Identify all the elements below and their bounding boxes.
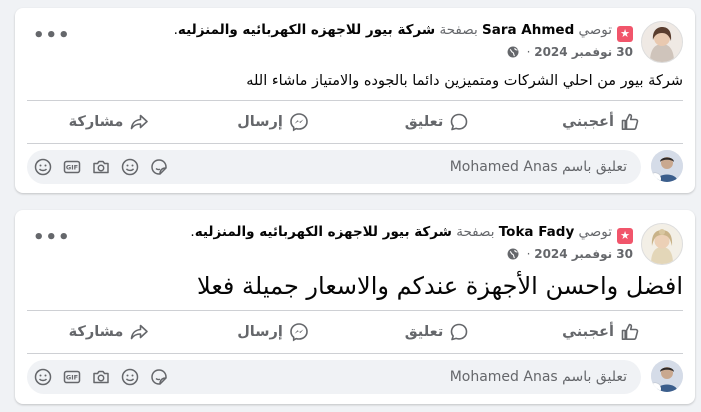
author-avatar[interactable] bbox=[641, 21, 683, 63]
current-user-avatar[interactable]: ⌄ bbox=[651, 360, 683, 392]
send-button[interactable]: إرسال bbox=[191, 101, 355, 143]
chevron-down-icon[interactable]: ⌄ bbox=[651, 173, 661, 182]
globe-icon bbox=[507, 246, 519, 266]
recommend-verb: توصي bbox=[578, 224, 612, 240]
post-body: شركة بيور من احلي الشركات ومتميزين دائما… bbox=[246, 73, 683, 89]
post-body: افضل واحسن الأجهزة عندكم والاسعار جميلة … bbox=[197, 272, 683, 300]
svg-text:GIF: GIF bbox=[66, 374, 78, 382]
post-actions-bar: أعجبني تعليق إرسال مشاركة bbox=[27, 100, 683, 144]
comment-button[interactable]: تعليق bbox=[355, 101, 519, 143]
share-arrow-icon bbox=[129, 112, 149, 132]
recommend-verb: توصي bbox=[578, 22, 612, 38]
comment-box: GIF bbox=[27, 150, 641, 184]
at-page-text: بصفحة bbox=[439, 22, 478, 38]
like-button[interactable]: أعجبني bbox=[519, 101, 683, 143]
post-header: ★ توصي Toka Fady بصفحة شركة بيور للاجهزه … bbox=[27, 220, 683, 266]
like-label: أعجبني bbox=[562, 114, 614, 130]
post-card: ★ توصي Toka Fady بصفحة شركة بيور للاجهزه … bbox=[15, 210, 695, 404]
post-header-text: ★ توصي Toka Fady بصفحة شركة بيور للاجهزه … bbox=[87, 222, 633, 266]
send-button[interactable]: إرسال bbox=[191, 311, 355, 353]
recommend-badge-icon: ★ bbox=[617, 228, 633, 244]
gif-icon[interactable]: GIF bbox=[62, 157, 82, 177]
at-page-text: بصفحة bbox=[456, 224, 495, 240]
emoji-icon[interactable] bbox=[120, 367, 140, 387]
more-options-button[interactable]: ••• bbox=[33, 26, 70, 54]
author-avatar[interactable] bbox=[641, 223, 683, 265]
current-user-avatar[interactable]: ⌄ bbox=[651, 150, 683, 182]
sticker-icon[interactable] bbox=[149, 157, 169, 177]
recommend-badge-icon: ★ bbox=[617, 26, 633, 42]
meta-dot: · bbox=[526, 45, 531, 59]
avatar-sticker-icon[interactable] bbox=[33, 367, 53, 387]
comment-composer: ⌄ GIF bbox=[27, 148, 683, 188]
gif-icon[interactable]: GIF bbox=[62, 367, 82, 387]
page-name-link[interactable]: شركة بيور للاجهزه الكهربائيه والمنزليه bbox=[195, 224, 452, 240]
comment-button[interactable]: تعليق bbox=[355, 311, 519, 353]
comment-composer: ⌄ GIF bbox=[27, 358, 683, 398]
comment-input[interactable] bbox=[367, 150, 627, 184]
share-label: مشاركة bbox=[68, 324, 124, 340]
like-button[interactable]: أعجبني bbox=[519, 311, 683, 353]
more-options-button[interactable]: ••• bbox=[33, 228, 70, 256]
meta-dot: · bbox=[526, 247, 531, 261]
messenger-icon bbox=[289, 112, 309, 132]
post-actions-bar: أعجبني تعليق إرسال مشاركة bbox=[27, 310, 683, 354]
camera-icon[interactable] bbox=[91, 367, 111, 387]
svg-text:GIF: GIF bbox=[66, 164, 78, 172]
comment-tools: GIF bbox=[33, 360, 169, 394]
avatar-sticker-icon[interactable] bbox=[33, 157, 53, 177]
thumbs-up-icon bbox=[620, 322, 640, 342]
comment-label: تعليق bbox=[404, 114, 444, 130]
page-name-link[interactable]: شركة بيور للاجهزه الكهربائيه والمنزليه bbox=[178, 22, 435, 38]
sticker-icon[interactable] bbox=[149, 367, 169, 387]
post-card: ★ توصي Sara Ahmed بصفحة شركة بيور للاجهزه… bbox=[15, 8, 695, 193]
comment-label: تعليق bbox=[404, 324, 444, 340]
messenger-icon bbox=[289, 322, 309, 342]
globe-icon bbox=[507, 44, 519, 64]
send-label: إرسال bbox=[237, 324, 283, 340]
post-header-text: ★ توصي Sara Ahmed بصفحة شركة بيور للاجهزه… bbox=[87, 20, 633, 64]
post-date[interactable]: 30 نوفمبر 2024 bbox=[534, 45, 633, 59]
comment-tools: GIF bbox=[33, 150, 169, 184]
send-label: إرسال bbox=[237, 114, 283, 130]
share-label: مشاركة bbox=[68, 114, 124, 130]
post-header: ★ توصي Sara Ahmed بصفحة شركة بيور للاجهزه… bbox=[27, 18, 683, 64]
emoji-icon[interactable] bbox=[120, 157, 140, 177]
author-name[interactable]: Sara Ahmed bbox=[482, 22, 574, 38]
camera-icon[interactable] bbox=[91, 157, 111, 177]
author-name[interactable]: Toka Fady bbox=[499, 224, 574, 240]
comment-input[interactable] bbox=[367, 360, 627, 394]
comment-bubble-icon bbox=[449, 112, 469, 132]
share-button[interactable]: مشاركة bbox=[27, 101, 191, 143]
share-button[interactable]: مشاركة bbox=[27, 311, 191, 353]
chevron-down-icon[interactable]: ⌄ bbox=[651, 383, 661, 392]
like-label: أعجبني bbox=[562, 324, 614, 340]
share-arrow-icon bbox=[129, 322, 149, 342]
comment-box: GIF bbox=[27, 360, 641, 394]
thumbs-up-icon bbox=[620, 112, 640, 132]
post-date[interactable]: 30 نوفمبر 2024 bbox=[534, 247, 633, 261]
comment-bubble-icon bbox=[449, 322, 469, 342]
